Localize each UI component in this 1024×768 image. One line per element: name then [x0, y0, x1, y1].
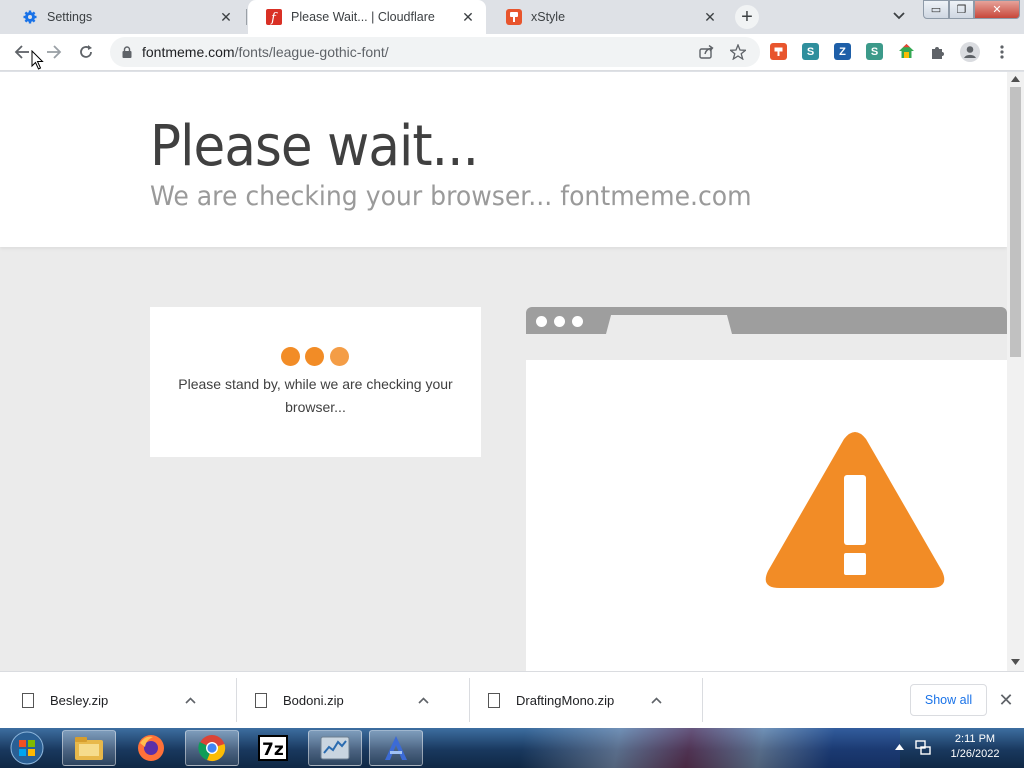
browser-toolbar: fontmeme.com/fonts/league-gothic-font/ S… — [0, 34, 1024, 71]
download-filename: DraftingMono.zip — [516, 692, 615, 708]
illustration-title-bar — [526, 307, 1007, 334]
download-item[interactable]: DraftingMono.zip — [488, 672, 662, 728]
url-path: /fonts/league-gothic-font/ — [234, 44, 389, 60]
download-separator — [469, 678, 470, 722]
share-icon[interactable] — [693, 39, 719, 65]
tab-separator — [246, 9, 247, 25]
address-bar[interactable]: fontmeme.com/fonts/league-gothic-font/ — [110, 37, 760, 67]
chrome-icon[interactable] — [185, 730, 239, 766]
download-separator — [702, 678, 703, 722]
page-title: Please wait... — [150, 114, 479, 179]
xstyle-extension-icon[interactable] — [770, 43, 787, 60]
download-item[interactable]: Bodoni.zip — [255, 672, 429, 728]
illustration-dot — [554, 316, 565, 327]
chevron-up-icon[interactable] — [418, 693, 429, 707]
forward-arrow-icon — [47, 45, 62, 59]
tray-expand-icon[interactable] — [895, 744, 904, 750]
download-filename: Besley.zip — [50, 692, 109, 708]
zip-file-icon — [488, 692, 500, 708]
loading-dot — [305, 347, 324, 366]
window-close-button[interactable]: ✕ — [974, 0, 1020, 19]
close-icon[interactable]: ✕ — [996, 690, 1016, 710]
browser-illustration — [526, 307, 1007, 671]
bookmark-star-icon[interactable] — [725, 39, 751, 65]
forward-button[interactable] — [41, 39, 67, 65]
tab-strip: Settings ✕ f Please Wait... | Cloudflare… — [0, 0, 1024, 34]
standby-card: Please stand by, while we are checking y… — [150, 307, 481, 457]
tab-title: Please Wait... | Cloudflare — [291, 10, 435, 24]
tab-settings[interactable]: Settings ✕ — [4, 0, 244, 34]
page-subtitle: We are checking your browser... fontmeme… — [150, 181, 752, 212]
clock-time: 2:11 PM — [954, 733, 996, 745]
loading-dot — [281, 347, 300, 366]
download-item[interactable]: Besley.zip — [22, 672, 196, 728]
new-tab-button[interactable]: + — [735, 5, 759, 29]
scroll-thumb[interactable] — [1010, 87, 1021, 357]
file-explorer-icon[interactable] — [62, 730, 116, 766]
restore-button[interactable]: ❐ — [949, 0, 974, 19]
scroll-down-icon[interactable] — [1011, 659, 1020, 665]
close-icon[interactable]: ✕ — [218, 9, 234, 25]
stylus-extension-icon[interactable]: S — [802, 43, 819, 60]
illustration-dot — [572, 316, 583, 327]
url-text: fontmeme.com/fonts/league-gothic-font/ — [142, 44, 389, 60]
task-manager-icon[interactable] — [308, 730, 362, 766]
loading-dot — [330, 347, 349, 366]
zip-file-icon — [22, 692, 34, 708]
gear-icon — [22, 9, 38, 25]
download-filename: Bodoni.zip — [283, 692, 344, 708]
standby-message: Please stand by, while we are checking y… — [178, 376, 453, 415]
more-menu-icon[interactable] — [989, 39, 1015, 65]
chevron-up-icon[interactable] — [651, 693, 662, 707]
mouse-cursor-icon — [31, 50, 44, 70]
fontmeme-favicon-icon: f — [266, 9, 282, 25]
illustration-window-body — [526, 360, 1007, 671]
warning-icon — [765, 432, 945, 588]
download-separator — [236, 678, 237, 722]
tab-xstyle[interactable]: xStyle ✕ — [488, 0, 728, 34]
illustration-dot — [536, 316, 547, 327]
font-app-icon[interactable] — [369, 730, 423, 766]
lock-icon — [122, 46, 132, 58]
home-extension-icon[interactable] — [898, 43, 915, 60]
taskbar-clock[interactable]: 2:11 PM 1/26/2022 — [935, 732, 1015, 762]
hero-section: Please wait... We are checking your brow… — [0, 72, 1007, 247]
7zip-icon[interactable]: 7z — [246, 730, 300, 766]
taskbar-wallpaper-strip — [430, 728, 900, 768]
extensions-puzzle-icon[interactable] — [925, 39, 951, 65]
tab-title: xStyle — [531, 10, 566, 24]
close-icon[interactable]: ✕ — [460, 9, 476, 25]
stylish-extension-icon[interactable]: S — [866, 43, 883, 60]
extension-z-icon[interactable]: Z — [834, 43, 851, 60]
page-content: Please wait... We are checking your brow… — [0, 72, 1007, 671]
svg-text:7z: 7z — [262, 740, 284, 760]
show-all-button[interactable]: Show all — [910, 684, 987, 716]
close-icon[interactable]: ✕ — [702, 9, 718, 25]
minimize-button[interactable]: ▭ — [923, 0, 949, 19]
scroll-up-icon[interactable] — [1011, 76, 1020, 82]
zip-file-icon — [255, 692, 267, 708]
windows-start-icon[interactable] — [2, 730, 52, 766]
chevron-up-icon[interactable] — [185, 693, 196, 707]
back-arrow-icon — [14, 45, 29, 59]
network-icon[interactable] — [915, 740, 931, 756]
firefox-icon[interactable] — [124, 730, 178, 766]
chevron-down-icon[interactable] — [888, 5, 910, 27]
clock-date: 1/26/2022 — [950, 748, 1000, 760]
xstyle-favicon-icon — [506, 9, 522, 25]
download-shelf: Besley.zip Bodoni.zip DraftingMono.zip S… — [0, 671, 1024, 728]
reload-icon — [80, 45, 92, 58]
reload-button[interactable] — [73, 39, 99, 65]
windows-taskbar: 7z 2:11 PM 1/26/2022 — [0, 728, 1024, 768]
url-host: fontmeme.com — [142, 44, 235, 60]
tab-cloudflare[interactable]: f Please Wait... | Cloudflare ✕ — [248, 0, 486, 34]
page-scrollbar[interactable] — [1007, 72, 1024, 671]
tab-title: Settings — [47, 10, 93, 24]
profile-avatar-icon[interactable] — [957, 39, 983, 65]
illustration-tab — [606, 315, 732, 334]
